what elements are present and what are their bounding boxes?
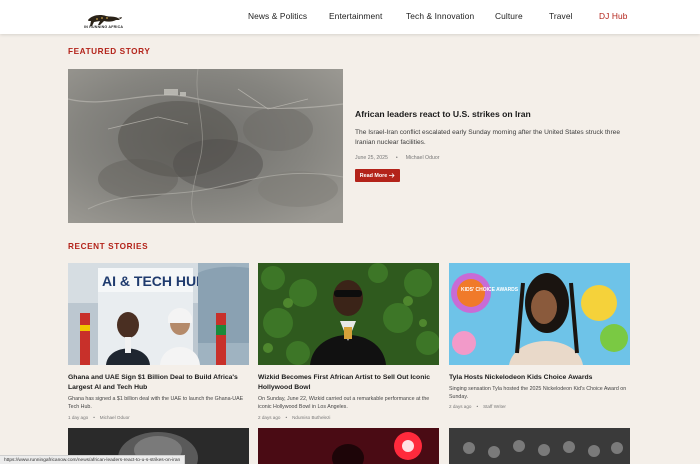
- featured-author: Michael Oduor: [405, 155, 440, 161]
- story-title[interactable]: Wizkid Becomes First African Artist to S…: [258, 373, 439, 393]
- story-image[interactable]: KIDS' CHOICE AWARDS: [449, 263, 630, 365]
- tech-hub-sign-text: AI & TECH HUB: [102, 273, 206, 289]
- story-title[interactable]: Tyla Hosts Nickelodeon Kids Choice Award…: [449, 373, 630, 383]
- nav-entertainment[interactable]: Entertainment: [329, 11, 382, 21]
- story-author: Ndumiso Buthelezi: [292, 414, 331, 420]
- story-card[interactable]: KIDS' CHOICE AWARDS Tyla Hosts Nickelode…: [449, 263, 630, 409]
- story-time: 1 day ago: [68, 414, 89, 420]
- story-image[interactable]: [258, 428, 439, 464]
- kca-sign-text: KIDS' CHOICE AWARDS: [461, 287, 519, 293]
- story-image[interactable]: AI & TECH HUB: [68, 263, 249, 365]
- story-excerpt: Singing sensation Tyla hosted the 2025 N…: [449, 386, 627, 400]
- concert-photo: [258, 428, 439, 464]
- featured-title[interactable]: African leaders react to U.S. strikes on…: [355, 109, 531, 119]
- wizkid-photo: [258, 263, 439, 365]
- featured-date: June 25, 2025: [355, 155, 388, 161]
- meta-separator: •: [285, 414, 288, 420]
- featured-excerpt: The Israel-Iran conflict escalated early…: [355, 129, 620, 146]
- story-excerpt: On Sunday, June 22, Wizkid carried out a…: [258, 396, 430, 410]
- meta-separator: •: [395, 155, 398, 161]
- main-nav: News & Politics Entertainment Tech & Inn…: [0, 11, 700, 25]
- read-more-label: Read More: [359, 172, 388, 179]
- story-card[interactable]: AI & TECH HUB Ghana and UAE Sign $1 Bill…: [68, 263, 249, 420]
- recent-heading: RECENT STORIES: [68, 242, 149, 251]
- nav-tech-innovation[interactable]: Tech & Innovation: [406, 11, 474, 21]
- nav-travel[interactable]: Travel: [549, 11, 573, 21]
- tech-hub-photo: AI & TECH HUB: [68, 263, 249, 365]
- read-more-button[interactable]: Read More: [355, 169, 400, 182]
- featured-heading: FEATURED STORY: [68, 47, 151, 56]
- nav-news-politics[interactable]: News & Politics: [248, 11, 307, 21]
- crowd-photo-bw: [449, 428, 630, 464]
- site-header: IN RUNNING AFRICA News & Politics Entert…: [0, 0, 700, 34]
- logo-text: IN RUNNING AFRICA: [84, 25, 124, 29]
- status-url-bar: https://www.runningafricanow.com/news/af…: [0, 455, 186, 464]
- story-card[interactable]: Wizkid Becomes First African Artist to S…: [258, 263, 439, 420]
- nav-culture[interactable]: Culture: [495, 11, 523, 21]
- featured-meta: June 25, 2025 • Michael Oduor: [355, 155, 439, 161]
- story-meta: 1 day ago • Michael Oduor: [68, 415, 249, 420]
- featured-image[interactable]: [68, 69, 343, 223]
- story-author: Michael Oduor: [99, 414, 130, 420]
- story-author: Staff Writer: [483, 404, 506, 410]
- tyla-photo: KIDS' CHOICE AWARDS: [449, 263, 630, 365]
- story-meta: 2 days ago • Ndumiso Buthelezi: [258, 415, 439, 420]
- story-title[interactable]: Ghana and UAE Sign $1 Billion Deal to Bu…: [68, 373, 249, 393]
- nav-dj-hub[interactable]: DJ Hub: [599, 11, 628, 21]
- story-image[interactable]: [449, 428, 630, 464]
- story-meta: 2 days ago • Staff Writer: [449, 404, 630, 409]
- story-excerpt: Ghana has signed a $1 billion deal with …: [68, 396, 244, 410]
- story-time: 2 days ago: [258, 414, 281, 420]
- story-time: 2 days ago: [449, 404, 472, 410]
- story-image[interactable]: [258, 263, 439, 365]
- arrow-right-icon: [389, 173, 395, 178]
- meta-separator: •: [93, 414, 95, 420]
- meta-separator: •: [476, 404, 479, 410]
- satellite-terrain-image: [68, 69, 343, 223]
